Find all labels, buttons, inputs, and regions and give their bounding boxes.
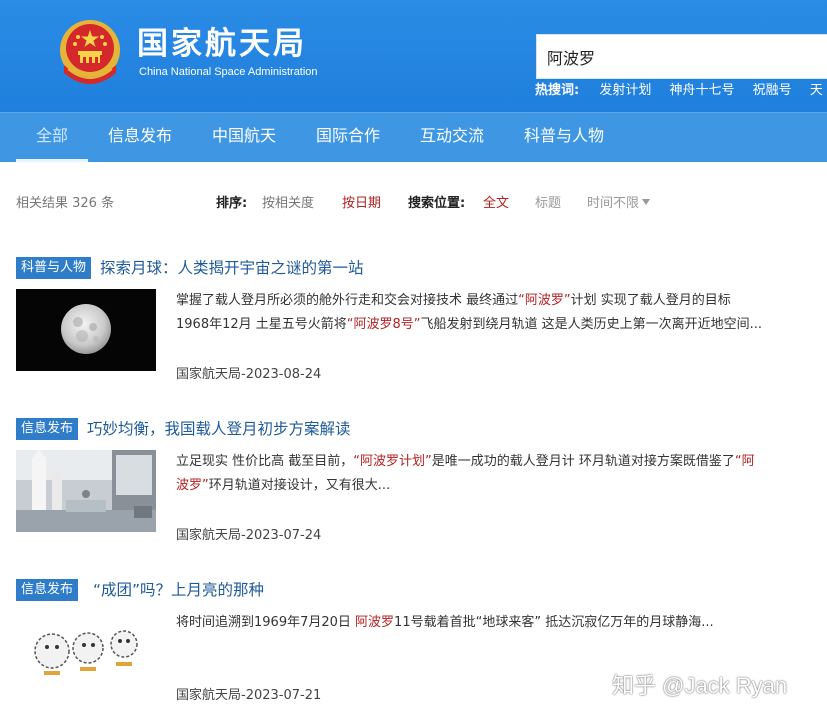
result-snippet: 掌握了载人登月所必须的舱外行走和交会对接技术 最终通过“阿波罗”计划 实现了载人… (176, 289, 766, 337)
keyword-highlight: “阿波罗计划” (353, 454, 432, 469)
results-toolbar: 相关结果 326 条 排序: 按相关度 按日期 搜索位置: 全文 标题 时间不限 (0, 190, 827, 218)
snippet-text: 将时间追溯到1969年7月20日 (176, 615, 356, 630)
nav-item-science-people[interactable]: 科普与人物 (524, 113, 604, 162)
snippet-text: 环月轨道对接设计，又有很大... (208, 478, 391, 493)
search-position-label: 搜索位置: (408, 196, 466, 211)
sort-by-date[interactable]: 按日期 (342, 195, 381, 213)
category-badge[interactable]: 信息发布 (16, 418, 79, 440)
result-title[interactable]: 探索月球：人类揭开宇宙之谜的第一站 (100, 257, 364, 279)
sort-label: 排序: (216, 196, 248, 211)
result-source-date: 国家航天局-2023-07-21 (176, 688, 322, 703)
site-title[interactable]: 国家航天局 (137, 26, 307, 62)
hot-word-link[interactable]: 祝融号 (753, 83, 792, 98)
keyword-highlight: 阿波罗 (355, 615, 395, 630)
snippet-text: 是唯一成功的载人登月计 环月轨道对接方案既借鉴了 (431, 454, 735, 469)
result-source-date: 国家航天局-2023-07-24 (176, 528, 322, 543)
nav-item-all[interactable]: 全部 (16, 113, 88, 162)
moon-image[interactable] (16, 289, 156, 371)
national-emblem-icon[interactable] (56, 17, 124, 87)
result-title[interactable]: 巧妙均衡，我国载人登月初步方案解读 (87, 418, 351, 440)
hot-words: 热搜词: 发射计划 神舟十七号 祝融号 天 (535, 82, 827, 100)
result-source-date: 国家航天局-2023-08-24 (176, 367, 322, 382)
time-filter-label: 时间不限 (587, 196, 640, 211)
caret-down-icon (642, 199, 651, 205)
site-header: 国家航天局 China National Space Administratio… (0, 0, 827, 112)
search-input[interactable] (547, 35, 827, 78)
main-nav: 全部 信息发布 中国航天 国际合作 互动交流 科普与人物 (0, 112, 827, 162)
nav-item-international[interactable]: 国际合作 (316, 113, 380, 162)
category-badge[interactable]: 科普与人物 (16, 257, 92, 279)
hot-words-label: 热搜词: (535, 83, 580, 98)
category-badge[interactable]: 信息发布 (16, 579, 79, 601)
hot-word-link[interactable]: 神舟十七号 (670, 83, 735, 98)
position-title[interactable]: 标题 (535, 195, 561, 213)
result-count: 相关结果 326 条 (16, 196, 115, 211)
nav-item-info-release[interactable]: 信息发布 (108, 113, 172, 162)
result-snippet: 立足现实 性价比高 截至目前，“阿波罗计划”是唯一成功的载人登月计 环月轨道对接… (176, 450, 766, 498)
hot-word-link[interactable]: 天 (810, 83, 823, 98)
position-full-text[interactable]: 全文 (483, 195, 509, 213)
watermark: 知乎 @Jack Ryan (612, 673, 788, 698)
cartoon-spheres-image[interactable] (16, 611, 156, 693)
sort-by-relevance[interactable]: 按相关度 (262, 195, 314, 213)
snippet-text: 飞船发射到绕月轨道 这是人类历史上第一次离开近地空间... (420, 317, 763, 332)
site-subtitle: China National Space Administration (139, 66, 318, 78)
nav-item-interaction[interactable]: 互动交流 (420, 113, 484, 162)
result-title[interactable]: “成团”吗？上月亮的那种 (93, 579, 264, 601)
keyword-highlight: “阿波罗8号” (346, 317, 421, 332)
snippet-text: 11号载着首批“地球来客” 抵达沉寂亿万年的月球静海... (394, 615, 714, 630)
exhibition-hall-image[interactable] (16, 450, 156, 532)
keyword-highlight: “阿波罗” (518, 293, 571, 308)
snippet-text: 立足现实 性价比高 截至目前， (176, 454, 354, 469)
time-filter-dropdown[interactable]: 时间不限 (587, 195, 651, 213)
hot-word-link[interactable]: 发射计划 (599, 83, 651, 98)
nav-item-china-space[interactable]: 中国航天 (212, 113, 276, 162)
search-box (536, 34, 827, 79)
result-snippet: 将时间追溯到1969年7月20日 阿波罗11号载着首批“地球来客” 抵达沉寂亿万… (176, 611, 766, 635)
snippet-text: 掌握了载人登月所必须的舱外行走和交会对接技术 最终通过 (176, 293, 519, 308)
